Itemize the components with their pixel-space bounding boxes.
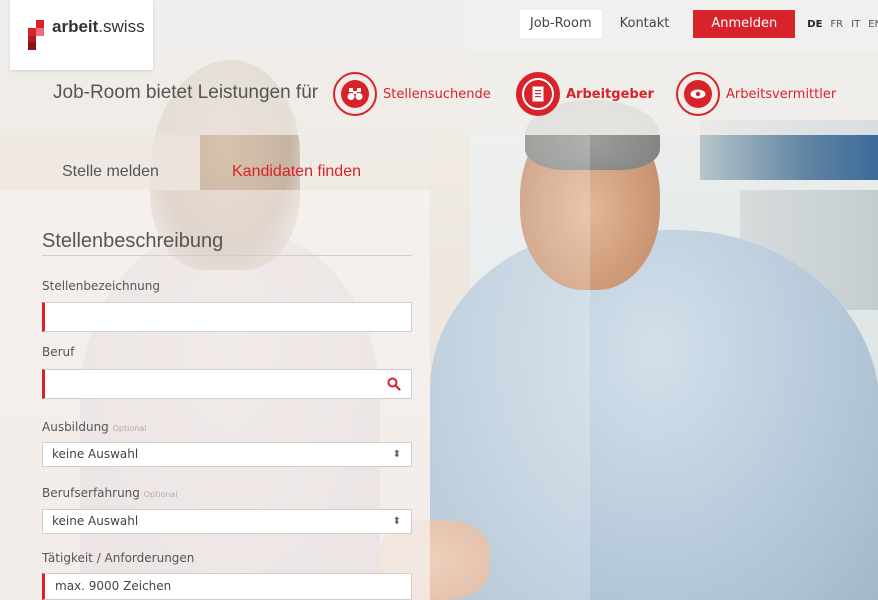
search-icon[interactable] xyxy=(387,377,401,391)
education-label: Ausbildung Optional xyxy=(42,420,146,434)
education-select[interactable]: keine Auswahl ⬍ xyxy=(42,442,412,467)
eye-icon xyxy=(684,80,712,108)
job-title-label: Stellenbezeichnung xyxy=(42,279,161,293)
service-label: Arbeitsvermittler xyxy=(726,86,837,102)
services-title: Job-Room bietet Leistungen für xyxy=(53,82,319,103)
nav-kontakt[interactable]: Kontakt xyxy=(610,10,680,38)
form-tabs: Stelle melden Kandidaten finden xyxy=(0,135,430,190)
activity-label: Tätigkeit / Anforderungen xyxy=(42,551,195,565)
lang-it[interactable]: IT xyxy=(851,19,860,30)
login-button[interactable]: Anmelden xyxy=(693,10,796,38)
select-arrows-icon: ⬍ xyxy=(392,449,401,460)
nav-job-room[interactable]: Job-Room xyxy=(519,10,602,38)
experience-value: keine Auswahl xyxy=(52,514,139,528)
tab-label: Stelle melden xyxy=(62,163,159,180)
lang-fr[interactable]: FR xyxy=(830,19,843,30)
job-form: Stellenbeschreibung Stellenbezeichnung B… xyxy=(0,190,430,600)
service-label: Arbeitgeber xyxy=(566,86,654,102)
optional-tag: Optional xyxy=(112,424,147,433)
section-divider xyxy=(42,255,412,256)
experience-select[interactable]: keine Auswahl ⬍ xyxy=(42,509,412,534)
experience-label-text: Berufserfahrung xyxy=(42,486,140,500)
job-title-input[interactable] xyxy=(42,302,412,332)
tab-stelle-melden[interactable]: Stelle melden xyxy=(0,135,200,190)
tab-kandidaten-finden[interactable]: Kandidaten finden xyxy=(232,163,361,181)
service-arbeitsvermittler[interactable]: Arbeitsvermittler xyxy=(676,72,836,116)
service-arbeitgeber[interactable]: Arbeitgeber xyxy=(516,72,654,116)
logo[interactable]: arbeit.swiss xyxy=(10,0,153,70)
optional-tag: Optional xyxy=(143,490,178,499)
brand-name: arbeit xyxy=(52,17,99,36)
arbeit-swiss-logo-icon xyxy=(28,20,44,50)
education-value: keine Auswahl xyxy=(52,447,139,461)
brand-domain: .swiss xyxy=(98,17,145,36)
service-stellensuchende[interactable]: Stellensuchende xyxy=(333,72,491,116)
occupation-input[interactable] xyxy=(42,369,412,399)
service-label: Stellensuchende xyxy=(383,86,491,102)
lang-en[interactable]: EN xyxy=(868,19,878,30)
lang-de[interactable]: DE xyxy=(807,19,822,30)
education-label-text: Ausbildung xyxy=(42,420,109,434)
occupation-label: Beruf xyxy=(42,345,75,359)
section-title: Stellenbeschreibung xyxy=(42,230,224,252)
activity-textarea[interactable]: max. 9000 Zeichen xyxy=(42,573,412,600)
top-nav: Job-Room Kontakt Anmelden DE FR IT EN xyxy=(519,10,878,38)
select-arrows-icon: ⬍ xyxy=(392,516,401,527)
binoculars-icon xyxy=(341,80,369,108)
experience-label: Berufserfahrung Optional xyxy=(42,486,178,500)
document-icon xyxy=(522,78,554,110)
